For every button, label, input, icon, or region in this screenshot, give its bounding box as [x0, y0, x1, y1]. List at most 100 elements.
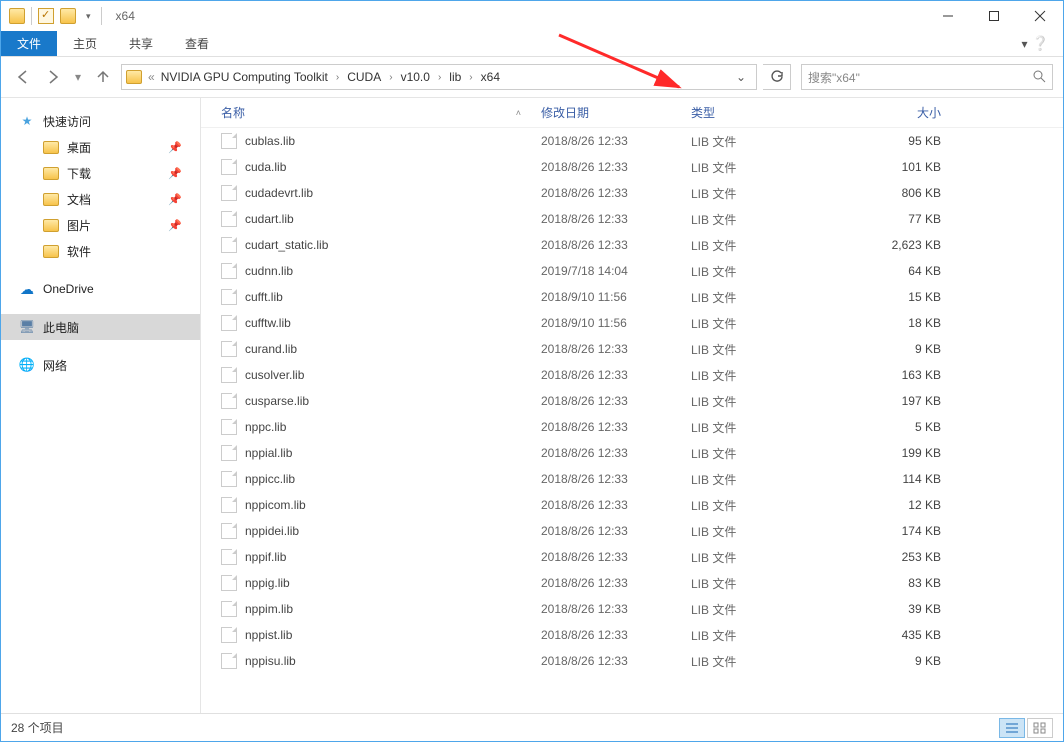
file-name: nppig.lib: [245, 576, 290, 590]
breadcrumb-item[interactable]: v10.0: [397, 70, 434, 84]
table-row[interactable]: nppicom.lib2018/8/26 12:33LIB 文件12 KB: [201, 492, 1063, 518]
sidebar-item-onedrive[interactable]: ☁ OneDrive: [1, 276, 200, 302]
tab-file[interactable]: 文件: [1, 31, 57, 56]
file-date: 2018/8/26 12:33: [541, 550, 691, 564]
window-title: x64: [110, 9, 135, 23]
file-type: LIB 文件: [691, 185, 841, 202]
maximize-button[interactable]: [971, 1, 1017, 31]
table-row[interactable]: cudart.lib2018/8/26 12:33LIB 文件77 KB: [201, 206, 1063, 232]
file-size: 39 KB: [841, 602, 951, 616]
quick-access-toolbar: ▾: [1, 7, 110, 25]
table-row[interactable]: cusolver.lib2018/8/26 12:33LIB 文件163 KB: [201, 362, 1063, 388]
minimize-button[interactable]: [925, 1, 971, 31]
file-icon: [221, 575, 237, 591]
file-date: 2018/8/26 12:33: [541, 212, 691, 226]
table-row[interactable]: nppif.lib2018/8/26 12:33LIB 文件253 KB: [201, 544, 1063, 570]
column-size[interactable]: 大小: [841, 104, 951, 121]
sort-indicator-icon: ˄: [516, 108, 521, 118]
address-dropdown[interactable]: ⌄: [730, 70, 752, 84]
qat-open-icon[interactable]: [60, 8, 76, 24]
breadcrumb-item[interactable]: lib: [445, 70, 465, 84]
table-row[interactable]: nppim.lib2018/8/26 12:33LIB 文件39 KB: [201, 596, 1063, 622]
qat-dropdown-icon[interactable]: ▾: [82, 11, 95, 22]
table-row[interactable]: cudnn.lib2019/7/18 14:04LIB 文件64 KB: [201, 258, 1063, 284]
table-row[interactable]: cudadevrt.lib2018/8/26 12:33LIB 文件806 KB: [201, 180, 1063, 206]
file-icon: [221, 341, 237, 357]
table-row[interactable]: nppist.lib2018/8/26 12:33LIB 文件435 KB: [201, 622, 1063, 648]
nav-bar: ▾ « NVIDIA GPU Computing Toolkit› CUDA› …: [1, 57, 1063, 97]
file-size: 197 KB: [841, 394, 951, 408]
table-row[interactable]: nppc.lib2018/8/26 12:33LIB 文件5 KB: [201, 414, 1063, 440]
qat-properties-icon[interactable]: [38, 8, 54, 24]
sidebar-item-quick-access[interactable]: ★快速访问: [1, 108, 200, 134]
refresh-button[interactable]: [763, 64, 791, 90]
back-button[interactable]: [11, 65, 35, 89]
breadcrumb-item[interactable]: CUDA: [343, 70, 385, 84]
view-large-icons-button[interactable]: [1027, 718, 1053, 738]
recent-dropdown[interactable]: ▾: [71, 65, 85, 89]
file-icon: [221, 523, 237, 539]
table-row[interactable]: nppisu.lib2018/8/26 12:33LIB 文件9 KB: [201, 648, 1063, 674]
column-date[interactable]: 修改日期: [541, 104, 691, 121]
view-details-button[interactable]: [999, 718, 1025, 738]
file-icon: [221, 367, 237, 383]
table-row[interactable]: nppial.lib2018/8/26 12:33LIB 文件199 KB: [201, 440, 1063, 466]
file-size: 64 KB: [841, 264, 951, 278]
pin-icon: 📌: [168, 219, 182, 232]
breadcrumb-overflow[interactable]: «: [148, 70, 155, 84]
table-row[interactable]: nppig.lib2018/8/26 12:33LIB 文件83 KB: [201, 570, 1063, 596]
table-row[interactable]: cufftw.lib2018/9/10 11:56LIB 文件18 KB: [201, 310, 1063, 336]
forward-button[interactable]: [41, 65, 65, 89]
breadcrumb-item[interactable]: NVIDIA GPU Computing Toolkit: [157, 70, 332, 84]
file-date: 2018/8/26 12:33: [541, 186, 691, 200]
file-type: LIB 文件: [691, 263, 841, 280]
search-input[interactable]: 搜索"x64": [801, 64, 1053, 90]
folder-icon: [43, 141, 59, 154]
file-size: 12 KB: [841, 498, 951, 512]
column-type[interactable]: 类型: [691, 104, 841, 121]
file-date: 2018/8/26 12:33: [541, 524, 691, 538]
tab-view[interactable]: 查看: [169, 31, 225, 56]
sidebar-item-this-pc[interactable]: 🖥此电脑: [1, 314, 200, 340]
sidebar-label: OneDrive: [43, 282, 94, 296]
table-row[interactable]: nppidei.lib2018/8/26 12:33LIB 文件174 KB: [201, 518, 1063, 544]
sidebar-item-desktop[interactable]: 桌面📌: [1, 134, 200, 160]
file-type: LIB 文件: [691, 471, 841, 488]
address-bar[interactable]: « NVIDIA GPU Computing Toolkit› CUDA› v1…: [121, 64, 757, 90]
file-rows[interactable]: cublas.lib2018/8/26 12:33LIB 文件95 KBcuda…: [201, 128, 1063, 713]
pin-icon: 📌: [168, 167, 182, 180]
up-button[interactable]: [91, 65, 115, 89]
sidebar-item-pictures[interactable]: 图片 📌: [1, 212, 200, 238]
file-list: 名称˄ 修改日期 类型 大小 cublas.lib2018/8/26 12:33…: [201, 98, 1063, 713]
ribbon-expand-button[interactable]: ▾❔: [1008, 31, 1063, 56]
file-date: 2018/8/26 12:33: [541, 420, 691, 434]
table-row[interactable]: cusparse.lib2018/8/26 12:33LIB 文件197 KB: [201, 388, 1063, 414]
tab-home[interactable]: 主页: [57, 31, 113, 56]
sidebar-label: 图片: [67, 217, 91, 234]
file-type: LIB 文件: [691, 341, 841, 358]
table-row[interactable]: cublas.lib2018/8/26 12:33LIB 文件95 KB: [201, 128, 1063, 154]
column-name[interactable]: 名称˄: [221, 104, 541, 121]
sidebar-label: 下载: [67, 165, 91, 182]
table-row[interactable]: cufft.lib2018/9/10 11:56LIB 文件15 KB: [201, 284, 1063, 310]
close-button[interactable]: [1017, 1, 1063, 31]
breadcrumb-item[interactable]: x64: [477, 70, 504, 84]
file-type: LIB 文件: [691, 497, 841, 514]
file-type: LIB 文件: [691, 133, 841, 150]
cloud-icon: ☁: [19, 281, 35, 297]
pin-icon: 📌: [168, 141, 182, 154]
table-row[interactable]: curand.lib2018/8/26 12:33LIB 文件9 KB: [201, 336, 1063, 362]
table-row[interactable]: cudart_static.lib2018/8/26 12:33LIB 文件2,…: [201, 232, 1063, 258]
tab-share[interactable]: 共享: [113, 31, 169, 56]
table-row[interactable]: nppicc.lib2018/8/26 12:33LIB 文件114 KB: [201, 466, 1063, 492]
sidebar-item-downloads[interactable]: 下载 📌: [1, 160, 200, 186]
file-date: 2018/8/26 12:33: [541, 602, 691, 616]
sidebar-item-software[interactable]: 软件: [1, 238, 200, 264]
file-name: nppist.lib: [245, 628, 292, 642]
table-row[interactable]: cuda.lib2018/8/26 12:33LIB 文件101 KB: [201, 154, 1063, 180]
file-name: nppidei.lib: [245, 524, 299, 538]
file-size: 253 KB: [841, 550, 951, 564]
file-date: 2018/8/26 12:33: [541, 628, 691, 642]
sidebar-item-documents[interactable]: 文档📌: [1, 186, 200, 212]
sidebar-item-network[interactable]: 🌐网络: [1, 352, 200, 378]
